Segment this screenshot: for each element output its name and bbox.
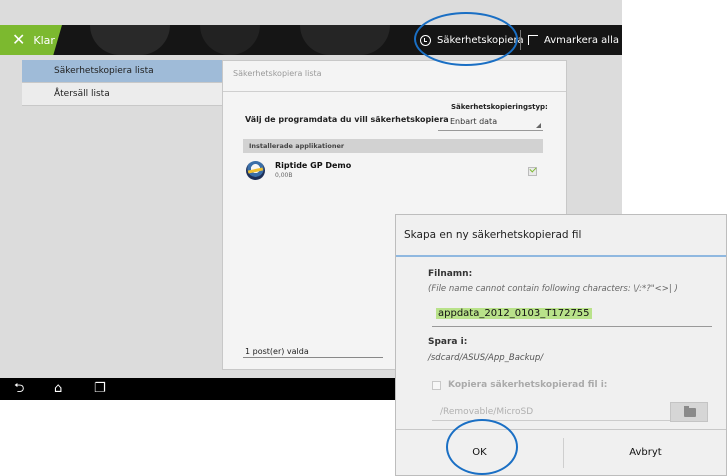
- dialog-title: Skapa en ny säkerhetskopierad fil: [404, 229, 582, 241]
- selected-count: 1 post(er) valda: [245, 347, 309, 356]
- done-label: Klar: [33, 33, 55, 47]
- filename-label: Filnamn:: [428, 269, 473, 279]
- backup-type-label: Säkerhetskopieringstyp:: [451, 103, 548, 111]
- riptide-app-icon: [246, 161, 265, 180]
- deselect-icon: [528, 35, 538, 45]
- copy-path-field[interactable]: /Removable/MicroSD: [432, 403, 680, 421]
- left-menu: Säkerhetskopiera lista Återsäll lista: [22, 60, 222, 106]
- app-list-item[interactable]: Riptide GP Demo 0,00B: [243, 157, 543, 183]
- recent-apps-icon[interactable]: ❐: [94, 378, 106, 400]
- panel-title: Säkerhetskopiera lista: [233, 69, 322, 78]
- decorative-wave: [200, 25, 260, 55]
- save-in-label: Spara i:: [428, 337, 468, 347]
- app-size: 0,00B: [275, 172, 293, 179]
- decorative-wave: [90, 25, 170, 55]
- menu-item-backup-list[interactable]: Säkerhetskopiera lista: [22, 60, 222, 83]
- new-backup-dialog: Skapa en ny säkerhetskopierad fil Filnam…: [395, 214, 727, 476]
- copy-backup-checkbox[interactable]: [432, 381, 441, 390]
- backup-type-value: Enbart data: [450, 117, 498, 126]
- app-checkbox[interactable]: [528, 167, 537, 176]
- close-icon: ✕: [12, 30, 26, 49]
- highlight-circle-ok: [446, 419, 518, 475]
- decorative-wave: [300, 25, 390, 55]
- installed-apps-header: Installerade applikationer: [243, 139, 543, 153]
- cancel-button[interactable]: Avbryt: [564, 430, 727, 476]
- action-bar: ✕ Klar Säkerhetskopiera Avmarkera alla: [0, 25, 622, 55]
- home-icon[interactable]: ⌂: [54, 378, 62, 400]
- action-bar-divider: [520, 30, 521, 50]
- deselect-label: Avmarkera alla: [544, 34, 619, 46]
- selected-count-underline: [243, 357, 383, 358]
- app-name: Riptide GP Demo: [275, 161, 352, 170]
- filename-hint: (File name cannot contain following char…: [428, 284, 678, 294]
- deselect-all-button[interactable]: Avmarkera alla: [528, 25, 619, 55]
- folder-search-icon[interactable]: [670, 402, 708, 422]
- highlight-circle-backup: [414, 12, 518, 66]
- filename-input[interactable]: appdata_2012_0103_T172755: [432, 306, 712, 327]
- filename-value: appdata_2012_0103_T172755: [436, 308, 592, 319]
- choose-data-label: Välj de programdata du vill säkerhetskop…: [245, 115, 449, 124]
- dialog-buttons: OK Avbryt: [396, 429, 726, 476]
- backup-type-select[interactable]: Enbart data: [438, 116, 543, 131]
- copy-backup-label: Kopiera säkerhetskopierad fil i:: [448, 380, 608, 390]
- save-path: /sdcard/ASUS/App_Backup/: [428, 353, 544, 363]
- menu-item-restore-list[interactable]: Återsäll lista: [22, 83, 222, 106]
- title-divider: [223, 91, 566, 92]
- dialog-title-divider: [396, 255, 726, 257]
- done-button[interactable]: ✕ Klar: [0, 25, 62, 55]
- back-icon[interactable]: ⮌: [14, 378, 24, 400]
- dropdown-arrow-icon: [536, 123, 541, 128]
